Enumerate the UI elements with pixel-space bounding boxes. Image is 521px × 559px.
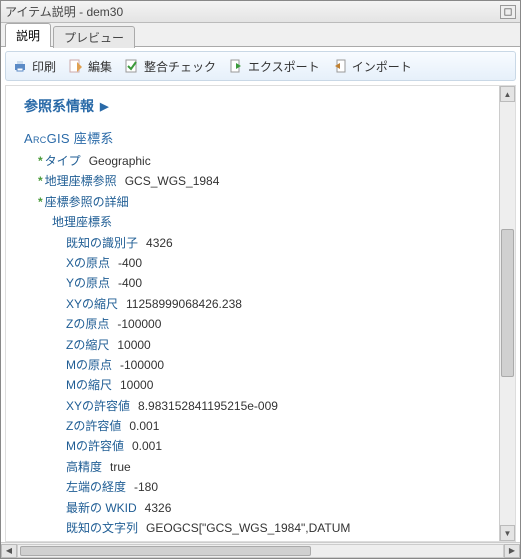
detail-row: Zの原点-100000 xyxy=(66,314,503,334)
detail-row: Zの許容値0.001 xyxy=(66,416,503,436)
window-title: アイテム説明 - dem30 xyxy=(5,3,500,20)
row-type: *タイプGeographic xyxy=(38,151,503,171)
check-icon xyxy=(124,58,140,74)
toolbar: 印刷 編集 整合チェック エクスポート インポート xyxy=(5,51,516,81)
row-gcs-ref: *地理座標参照GCS_WGS_1984 xyxy=(38,171,503,191)
scroll-right-icon[interactable]: ▶ xyxy=(504,544,520,558)
close-icon[interactable] xyxy=(500,5,516,19)
section-title[interactable]: 参照系情報 ▶ xyxy=(24,96,503,116)
detail-row: 最新の WKID4326 xyxy=(66,498,503,518)
star-icon: * xyxy=(38,195,43,209)
tab-bar: 説明 プレビュー xyxy=(1,23,520,47)
tab-description[interactable]: 説明 xyxy=(5,23,51,47)
import-button[interactable]: インポート xyxy=(332,58,412,75)
tab-preview[interactable]: プレビュー xyxy=(53,26,135,48)
star-icon: * xyxy=(38,154,43,168)
print-icon xyxy=(12,58,28,74)
edit-button[interactable]: 編集 xyxy=(68,58,112,75)
content: 参照系情報 ▶ ArcGIS 座標系 *タイプGeographic *地理座標参… xyxy=(6,86,515,542)
detail-row: XYの縮尺11258999068426.238 xyxy=(66,294,503,314)
check-button[interactable]: 整合チェック xyxy=(124,58,216,75)
scroll-left-icon[interactable]: ◀ xyxy=(1,544,17,558)
scrollbar-thumb[interactable] xyxy=(501,229,514,377)
edit-icon xyxy=(68,58,84,74)
gcs-heading: 地理座標系 xyxy=(52,212,503,232)
export-button[interactable]: エクスポート xyxy=(228,58,320,75)
detail-row: 高精度true xyxy=(66,457,503,477)
row-wkt: 既知の文字列GEOGCS["GCS_WGS_1984",DATUM xyxy=(66,518,503,538)
scrollbar-thumb[interactable] xyxy=(20,546,311,556)
scroll-up-icon[interactable]: ▲ xyxy=(500,86,515,102)
import-icon xyxy=(332,58,348,74)
content-scroll[interactable]: 参照系情報 ▶ ArcGIS 座標系 *タイプGeographic *地理座標参… xyxy=(5,85,516,542)
detail-row: Mの許容値0.001 xyxy=(66,436,503,456)
detail-row: 既知の識別子4326 xyxy=(66,233,503,253)
export-icon xyxy=(228,58,244,74)
detail-row: XYの許容値8.983152841195215e-009 xyxy=(66,396,503,416)
detail-row: Mの原点-100000 xyxy=(66,355,503,375)
detail-row: Xの原点-400 xyxy=(66,253,503,273)
star-icon: * xyxy=(38,174,43,188)
detail-row: Mの縮尺10000 xyxy=(66,375,503,395)
detail-row: 左端の経度-180 xyxy=(66,477,503,497)
row-cs-detail: *座標参照の詳細 xyxy=(38,192,503,212)
wkt-text: ["D_WGS_1984",SPHEROID["WGS_1984",637813… xyxy=(66,538,503,542)
horizontal-scrollbar[interactable]: ◀ ▶ xyxy=(1,542,520,558)
scroll-down-icon[interactable]: ▼ xyxy=(500,525,515,541)
vertical-scrollbar[interactable]: ▲ ▼ xyxy=(499,86,515,541)
expand-arrow-icon: ▶ xyxy=(100,100,108,113)
window: アイテム説明 - dem30 説明 プレビュー 印刷 編集 整合チェック エクス… xyxy=(0,0,521,559)
detail-row: Yの原点-400 xyxy=(66,273,503,293)
detail-row: Zの縮尺10000 xyxy=(66,335,503,355)
arcgis-cs-heading: ArcGIS 座標系 xyxy=(24,128,503,147)
print-button[interactable]: 印刷 xyxy=(12,58,56,75)
titlebar: アイテム説明 - dem30 xyxy=(1,1,520,23)
